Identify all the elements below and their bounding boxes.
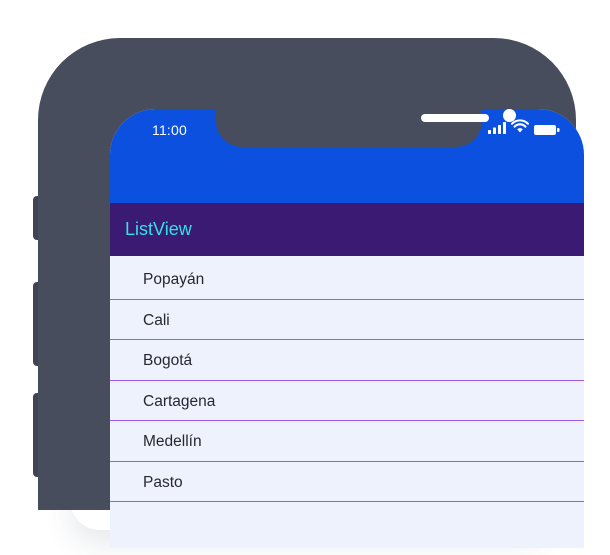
phone-frame: 11:00 ListView Popayán Cali Bogotá Carta…	[38, 38, 584, 548]
status-time: 11:00	[152, 122, 187, 138]
app-title: ListView	[125, 219, 192, 239]
signal-icon	[488, 121, 507, 139]
list-view[interactable]: Popayán Cali Bogotá Cartagena Medellín P…	[110, 259, 584, 502]
wifi-icon	[510, 119, 530, 138]
list-item-label: Pasto	[143, 473, 183, 491]
list-item-label: Cartagena	[143, 392, 216, 410]
list-item[interactable]: Medellín	[110, 421, 584, 462]
list-item[interactable]: Cali	[110, 300, 584, 340]
list-item-label: Bogotá	[143, 352, 193, 369]
battery-icon	[534, 122, 560, 140]
app-bar: ListView	[110, 203, 584, 256]
notch	[216, 109, 516, 147]
list-item[interactable]: Pasto	[110, 462, 584, 502]
list-item[interactable]: Cartagena	[110, 381, 584, 421]
status-bar: 11:00	[110, 109, 584, 203]
list-item[interactable]: Bogotá	[110, 340, 584, 381]
phone-screen: 11:00 ListView Popayán Cali Bogotá Carta…	[110, 109, 584, 548]
list-item-label: Medellín	[143, 433, 202, 450]
list-item-label: Cali	[143, 311, 170, 329]
speaker-grille	[421, 114, 489, 122]
list-item[interactable]: Popayán	[110, 259, 584, 300]
list-item-label: Popayán	[143, 271, 205, 288]
